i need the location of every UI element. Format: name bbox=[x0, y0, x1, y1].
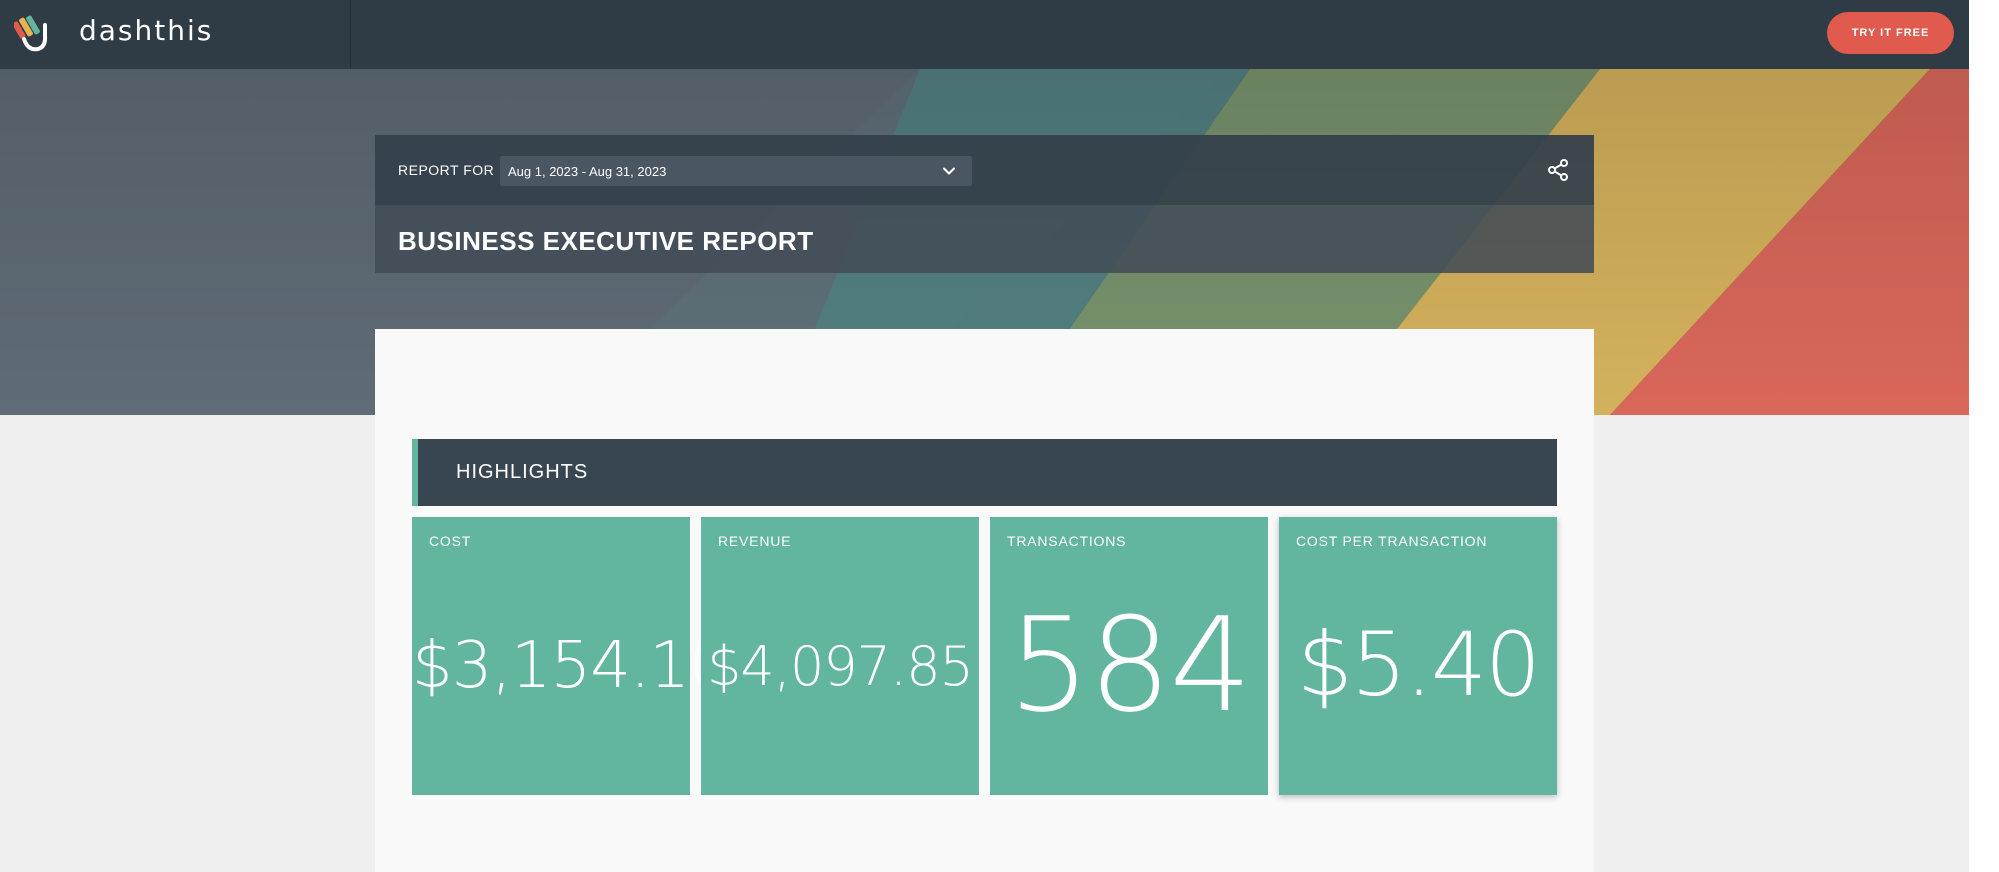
kpi-value: $3,154.10 bbox=[412, 629, 730, 703]
page-gutter bbox=[1969, 0, 1999, 872]
date-range-dropdown[interactable]: Aug 1, 2023 - Aug 31, 2023 bbox=[500, 156, 972, 186]
brand-area[interactable]: dashthis bbox=[0, 0, 351, 69]
report-for-label: REPORT FOR bbox=[398, 162, 495, 178]
kpi-tile-cost[interactable]: COST $3,154.10 bbox=[412, 517, 730, 795]
share-icon[interactable] bbox=[1546, 158, 1570, 182]
kpi-value: $5.40 bbox=[1297, 613, 1541, 716]
brand-name: dashthis bbox=[79, 14, 214, 47]
kpi-value: $4,097.85 bbox=[707, 635, 974, 698]
kpi-label: REVENUE bbox=[718, 533, 792, 549]
date-range-value: Aug 1, 2023 - Aug 31, 2023 bbox=[508, 164, 667, 179]
report-header-bar: REPORT FOR Aug 1, 2023 - Aug 31, 2023 bbox=[375, 135, 1594, 205]
kpi-label: COST PER TRANSACTION bbox=[1296, 533, 1488, 549]
kpi-value: 584 bbox=[1007, 589, 1252, 741]
try-it-free-button[interactable]: TRY IT FREE bbox=[1827, 12, 1954, 54]
report-title-bar: BUSINESS EXECUTIVE REPORT bbox=[375, 205, 1594, 273]
highlights-title: HIGHLIGHTS bbox=[456, 461, 589, 483]
kpi-tile-revenue[interactable]: REVENUE $4,097.85 bbox=[701, 517, 979, 795]
dashthis-logo-icon bbox=[14, 15, 48, 52]
top-nav: dashthis TRY IT FREE bbox=[0, 0, 1969, 69]
report-title: BUSINESS EXECUTIVE REPORT bbox=[398, 226, 814, 256]
kpi-tile-cost-per-transaction[interactable]: COST PER TRANSACTION $5.40 bbox=[1279, 517, 1557, 795]
kpi-label: COST bbox=[429, 533, 472, 549]
kpi-label: TRANSACTIONS bbox=[1007, 533, 1127, 549]
chevron-down-icon bbox=[943, 167, 955, 175]
highlights-section-header: HIGHLIGHTS bbox=[412, 439, 1557, 506]
kpi-tile-transactions[interactable]: TRANSACTIONS 584 bbox=[990, 517, 1268, 795]
